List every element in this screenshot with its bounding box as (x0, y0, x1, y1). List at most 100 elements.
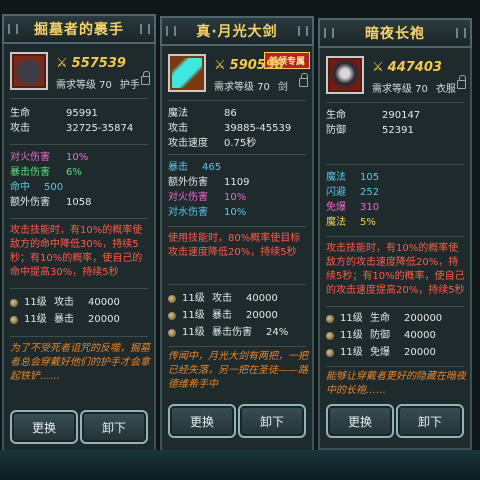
remove-button[interactable]: 卸下 (238, 404, 306, 438)
stat-value: 10% (66, 152, 89, 163)
change-button[interactable]: 更换 (326, 404, 394, 438)
stat-name: 暴击 (168, 162, 188, 173)
card-title-bar: 掘墓者的裹手 (2, 14, 156, 44)
stat-row: 额外伤害 1058 (10, 195, 150, 210)
enhance-value: 40000 (404, 330, 436, 341)
divider (10, 218, 148, 219)
slot-type: 护手 (119, 80, 140, 91)
stat-value: 95991 (66, 108, 98, 119)
gloves-icon[interactable] (10, 52, 48, 90)
equipment-card-gloves: 掘墓者的裹手 ⚔ 557539 需求等级 70 护手 生命 95991 攻击 32725… (2, 14, 156, 454)
stat-row: 攻击 39885-45539 (168, 121, 308, 136)
remove-button[interactable]: 卸下 (80, 410, 148, 444)
enhance-level: 11级 (340, 347, 363, 358)
power-value: 557539 (71, 56, 126, 71)
lock-icon[interactable] (457, 75, 466, 89)
enhance-row: 11级 暴击伤害 24% (168, 324, 308, 341)
enhance-value: 200000 (404, 313, 443, 324)
stat-row: 魔法 105 (326, 170, 466, 185)
slot-type: 衣服 (435, 84, 456, 95)
stat-value: 6% (66, 167, 82, 178)
gem-icon (10, 315, 18, 324)
enhance-level: 11级 (182, 293, 205, 304)
stat-name: 攻击速度 (168, 138, 208, 149)
stat-row: 额外伤害 1109 (168, 175, 308, 190)
lock-icon[interactable] (141, 71, 150, 85)
stat-name: 对火伤害 (10, 152, 50, 163)
stat-row: 魔法 86 (168, 106, 308, 121)
divider (168, 346, 306, 347)
stat-value: 0.75秒 (224, 138, 257, 149)
stat-name: 暴击伤害 (10, 167, 50, 178)
stat-value: 1109 (224, 177, 250, 188)
power-value: 447403 (387, 60, 442, 75)
stat-row: 生命 95991 (10, 106, 150, 121)
stat-value: 310 (360, 202, 380, 213)
stat-name: 对水伤害 (168, 207, 208, 218)
power-score: ⚔ 447403 (372, 60, 442, 75)
stat-value: 105 (360, 172, 380, 183)
stat-row: 对水伤害 10% (168, 205, 308, 220)
stat-row: 命中 500 (10, 180, 150, 195)
gem-icon (326, 331, 334, 340)
stat-name: 额外伤害 (168, 177, 208, 188)
stat-name: 闪避 (326, 187, 346, 198)
enhance-row: 11级 攻击 40000 (168, 290, 308, 307)
power-value: 590598 (229, 58, 284, 73)
divider (326, 306, 464, 307)
enhance-row: 11级 防御 40000 (326, 327, 466, 344)
enhance-levels: 11级 攻击 40000 11级 暴击 20000 11级 暴击伤害 24% (168, 290, 308, 341)
level-requirement: 需求等级 70 (214, 82, 270, 93)
stat-row: 对火伤害 10% (168, 190, 308, 205)
stat-value: 10% (224, 192, 247, 203)
sword-power-icon: ⚔ (56, 56, 68, 71)
enhance-levels: 11级 攻击 40000 11级 暴击 20000 (10, 294, 150, 328)
sword-power-icon: ⚔ (372, 60, 384, 75)
divider (326, 164, 464, 165)
power-score: ⚔ 590598 (214, 58, 284, 73)
change-button[interactable]: 更换 (10, 410, 78, 444)
flavor-text: 为了不受死者诅咒的反噬，掘墓者总会穿戴好他们的护手才会拿起铁铲…… (10, 343, 150, 382)
divider (326, 236, 464, 237)
enhance-row: 11级 暴击 20000 (168, 307, 308, 324)
stat-name: 攻击 (168, 123, 188, 134)
remove-button[interactable]: 卸下 (396, 404, 464, 438)
sword-power-icon: ⚔ (214, 58, 226, 73)
enhance-stat: 暴击伤害 (212, 327, 252, 338)
gem-icon (326, 348, 334, 357)
stat-value: 52391 (382, 125, 414, 136)
stat-value: 500 (44, 182, 64, 193)
stat-name: 免爆 (326, 202, 346, 213)
change-button[interactable]: 更换 (168, 404, 236, 438)
divider (10, 336, 148, 337)
extra-stats: 魔法 105 闪避 252 免爆 310 魔法 5% (326, 170, 466, 230)
stat-row: 对火伤害 10% (10, 150, 150, 165)
enhance-level: 11级 (24, 314, 47, 325)
gem-icon (10, 298, 18, 307)
stat-name: 魔法 (326, 217, 346, 228)
divider (168, 284, 306, 285)
stat-row: 生命 290147 (326, 108, 466, 123)
flavor-text: 传闻中，月光大剑有两把，一把已经失落，另一把在圣徒——路德维希手中 (168, 351, 308, 390)
gem-icon (168, 328, 176, 337)
enhance-stat: 生命 (370, 313, 390, 324)
stat-name: 生命 (326, 110, 346, 121)
stat-value: 32725-35874 (66, 123, 134, 134)
enhance-stat: 暴击 (54, 314, 74, 325)
sword-icon[interactable] (168, 54, 206, 92)
stat-row: 闪避 252 (326, 185, 466, 200)
stat-value: 290147 (382, 110, 421, 121)
enhance-level: 11级 (24, 297, 47, 308)
stat-value: 252 (360, 187, 380, 198)
divider (168, 100, 306, 101)
enhance-levels: 11级 生命 200000 11级 防御 40000 11级 免爆 20000 (326, 310, 466, 361)
stat-value: 10% (224, 207, 247, 218)
enhance-row: 11级 生命 200000 (326, 310, 466, 327)
lock-icon[interactable] (299, 73, 308, 87)
base-stats: 魔法 86 攻击 39885-45539 攻击速度 0.75秒 (168, 106, 308, 151)
enhance-stat: 暴击 (212, 310, 232, 321)
stat-name: 生命 (10, 108, 30, 119)
level-requirement: 需求等级 70 (372, 84, 428, 95)
robe-icon[interactable] (326, 56, 364, 94)
enhance-value: 40000 (88, 297, 120, 308)
